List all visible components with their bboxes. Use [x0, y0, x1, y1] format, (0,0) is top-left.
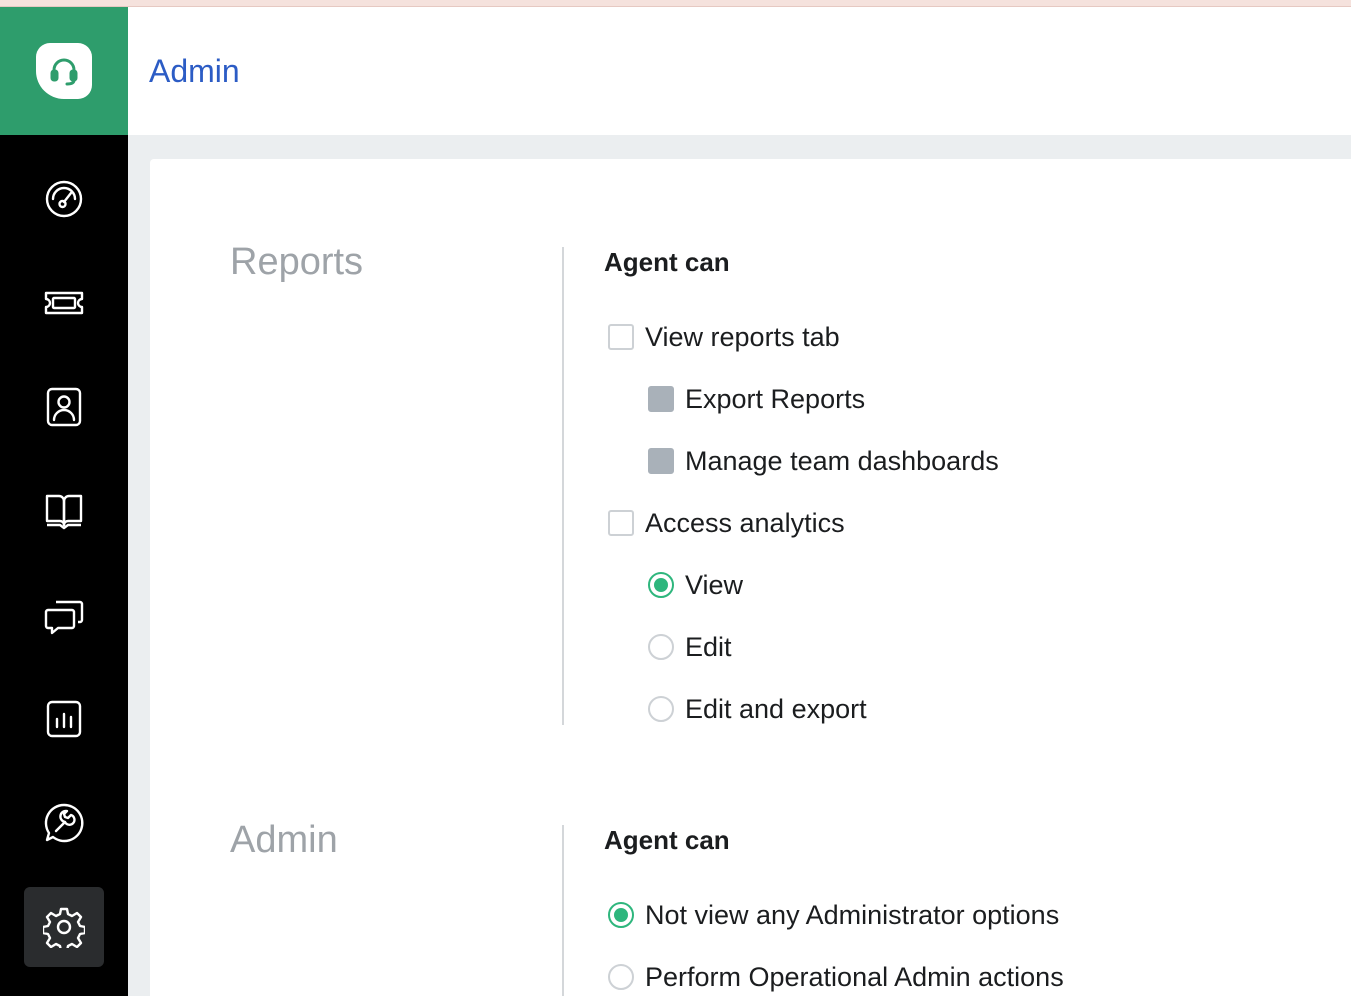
checkbox-disabled: [648, 448, 674, 474]
option-manage-team-dashboards: Manage team dashboards: [648, 441, 999, 481]
admin-heading: Agent can: [604, 825, 730, 855]
sidebar-item-contacts[interactable]: [24, 367, 104, 447]
page-title: Admin: [149, 53, 240, 89]
analytics-icon: [46, 700, 82, 738]
option-label: Edit: [685, 631, 732, 662]
option-view-reports-tab[interactable]: View reports tab: [608, 317, 840, 357]
radio-button-checked[interactable]: [608, 902, 634, 928]
sidebar-item-knowledge-base[interactable]: [24, 471, 104, 551]
app-logo[interactable]: [0, 7, 128, 135]
contacts-icon: [46, 387, 82, 427]
sidebar-item-tools[interactable]: [24, 783, 104, 863]
checkbox[interactable]: [608, 324, 634, 350]
option-perform-operational-admin[interactable]: Perform Operational Admin actions: [608, 957, 1064, 996]
option-label: Not view any Administrator options: [645, 899, 1060, 930]
option-analytics-view[interactable]: View: [648, 565, 743, 605]
reports-heading: Agent can: [604, 247, 730, 277]
radio-button[interactable]: [648, 696, 674, 722]
conversations-icon: [44, 600, 84, 635]
section-divider: [562, 247, 564, 725]
sidebar-item-conversations[interactable]: [24, 575, 104, 655]
option-label: View reports tab: [645, 321, 840, 352]
sidebar-item-tickets[interactable]: [24, 263, 104, 343]
sidebar-item-dashboard[interactable]: [24, 159, 104, 239]
gear-icon: [43, 907, 85, 948]
section-title-reports: Reports: [230, 241, 364, 283]
radio-button[interactable]: [608, 964, 634, 990]
option-analytics-edit-and-export[interactable]: Edit and export: [648, 689, 867, 729]
sidebar-nav: [0, 135, 128, 996]
option-label: View: [685, 569, 744, 600]
section-title-admin: Admin: [230, 819, 338, 861]
sidebar-item-admin[interactable]: [24, 887, 104, 967]
knowledge-base-icon: [45, 494, 83, 530]
page-header: Admin: [128, 7, 1351, 135]
checkbox-disabled: [648, 386, 674, 412]
section-divider: [562, 825, 564, 996]
settings-panel: Reports Agent can View reports tab Expor…: [150, 159, 1351, 996]
option-not-view-admin-options[interactable]: Not view any Administrator options: [608, 895, 1059, 935]
option-label: Perform Operational Admin actions: [645, 961, 1064, 992]
option-label: Edit and export: [685, 693, 867, 724]
option-analytics-edit[interactable]: Edit: [648, 627, 732, 667]
option-access-analytics[interactable]: Access analytics: [608, 503, 845, 543]
checkbox[interactable]: [608, 510, 634, 536]
sidebar-item-analytics[interactable]: [24, 679, 104, 759]
option-label: Export Reports: [685, 383, 866, 414]
radio-button-checked[interactable]: [648, 572, 674, 598]
dashboard-icon: [45, 180, 83, 218]
tools-icon: [44, 803, 84, 843]
ticket-icon: [44, 291, 84, 315]
browser-top-strip: [0, 0, 1351, 7]
option-label: Manage team dashboards: [685, 445, 999, 476]
headset-logo-icon: [36, 43, 92, 99]
option-label: Access analytics: [645, 507, 845, 538]
option-export-reports: Export Reports: [648, 379, 865, 419]
radio-button[interactable]: [648, 634, 674, 660]
